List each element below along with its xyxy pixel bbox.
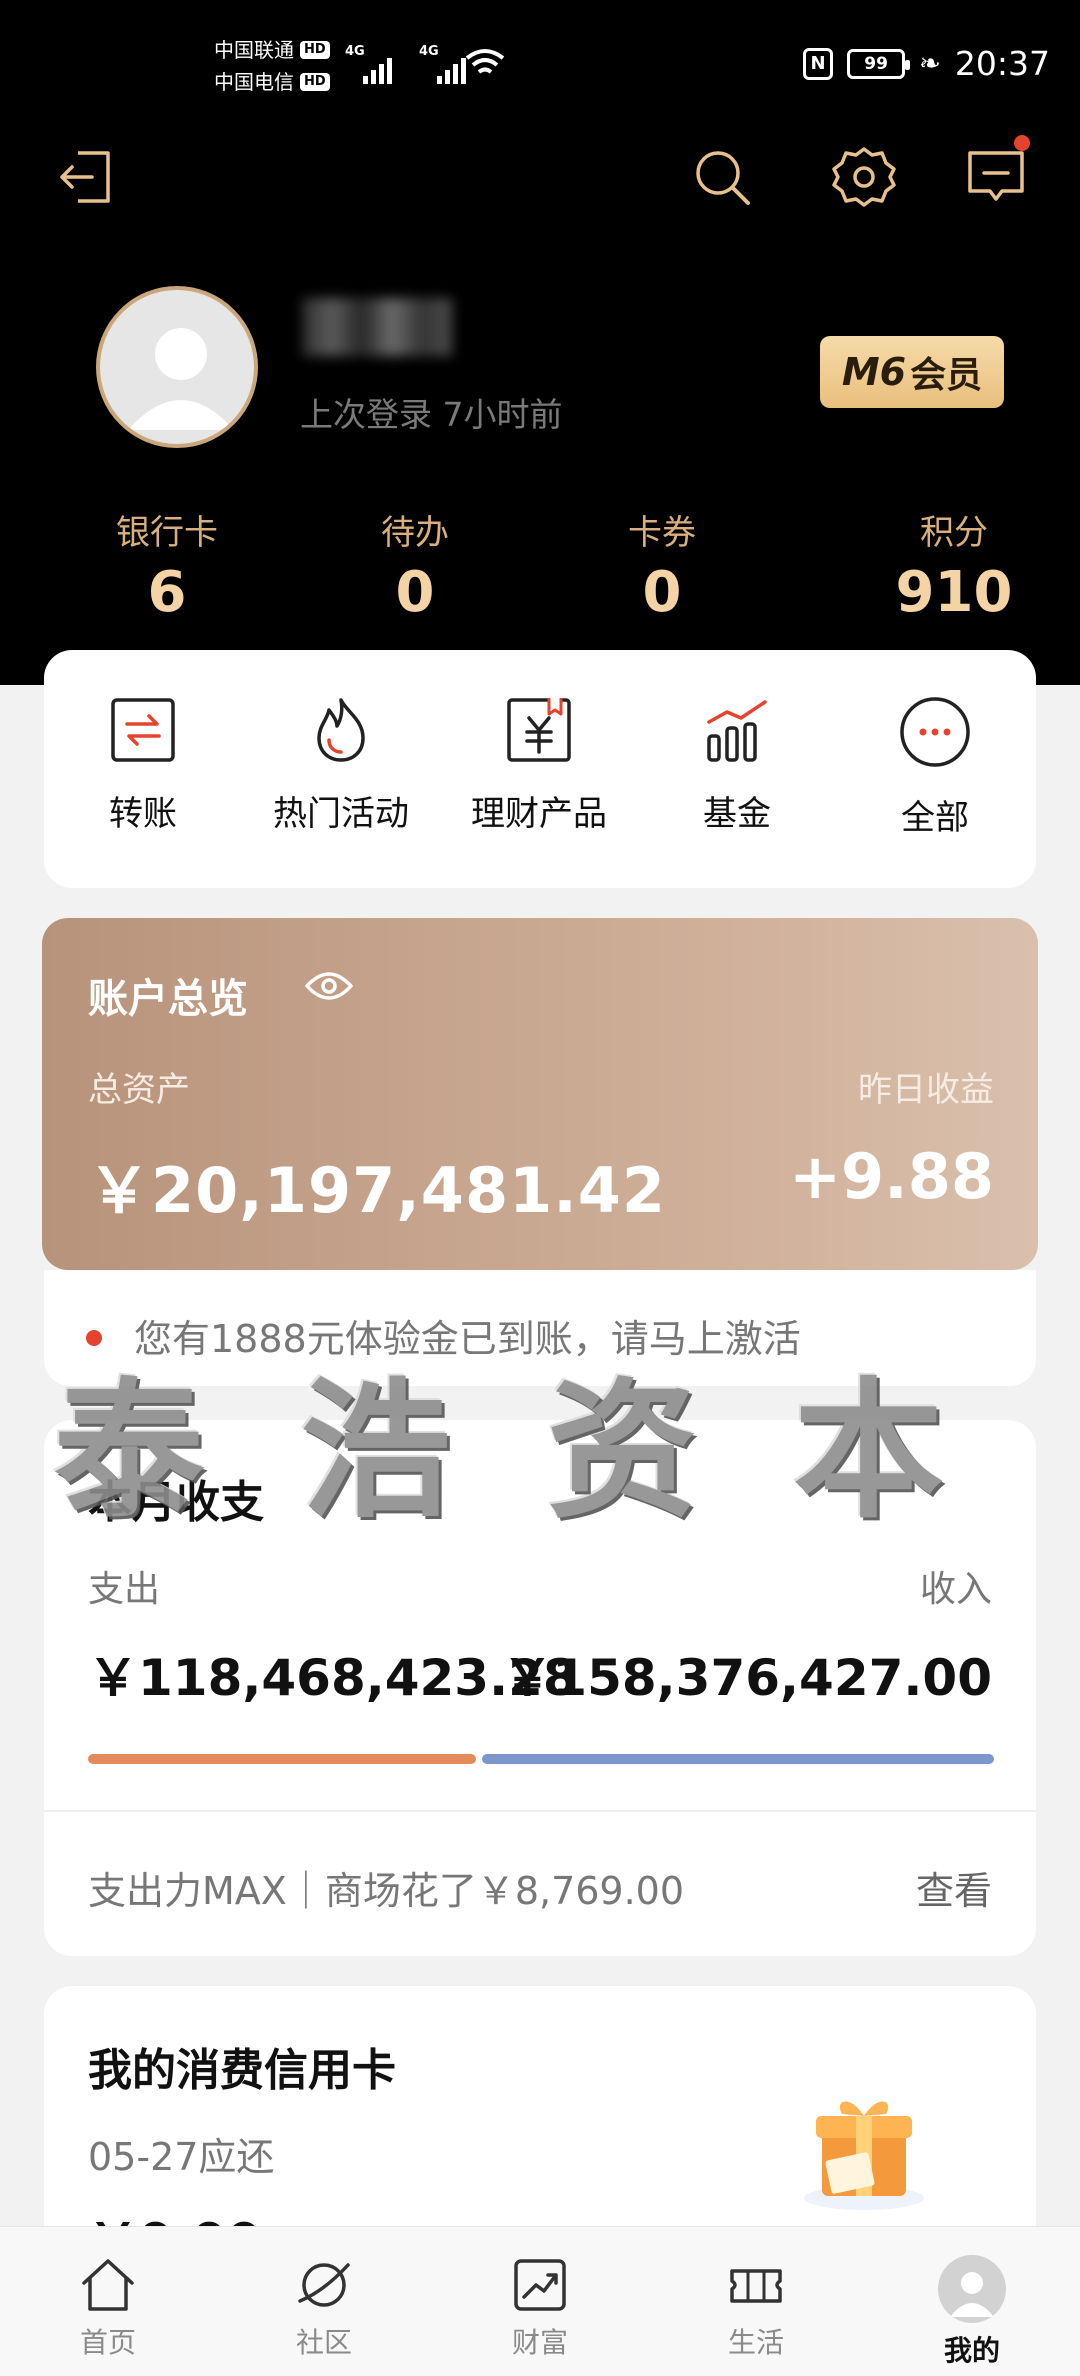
credit-title: 我的消费信用卡 (88, 2045, 396, 2096)
total-assets-label: 总资产 (88, 1070, 190, 1110)
hd-badge: HD (300, 41, 330, 59)
transfer-icon (111, 698, 175, 762)
watermark-char: 资 (547, 1363, 698, 1539)
tab-mine[interactable]: 我的 (864, 2227, 1080, 2376)
search-icon[interactable] (690, 145, 754, 209)
watermark: 泰 浩 资 本 (40, 1330, 1040, 1547)
total-assets-value: ￥20,197,481.42 (88, 1154, 667, 1227)
fund-chart-icon (707, 700, 767, 762)
planet-icon (298, 2263, 350, 2307)
signal-icon: 4G (345, 44, 401, 84)
stat-bank-cards[interactable]: 银行卡 6 (0, 505, 334, 625)
credit-due-date: 05-27应还 (88, 2135, 275, 2179)
gear-icon[interactable] (832, 145, 896, 209)
clock: 20:37 (954, 44, 1050, 83)
stat-value: 910 (895, 560, 1013, 625)
stat-coupons[interactable]: 卡券 0 (496, 505, 828, 625)
overview-title: 账户总览 (88, 976, 248, 1022)
status-bar: 中国联通 HD 中国电信 HD 4G 4G N 99 ❧ 20:37 (0, 0, 1080, 130)
view-link[interactable]: 查看 (916, 1860, 992, 1915)
battery-icon: 99 (847, 48, 911, 79)
account-overview-card[interactable]: 账户总览 总资产 昨日收益 ￥20,197,481.42 +9.88 (42, 918, 1038, 1270)
quick-hot-events[interactable]: 热门活动 (242, 650, 440, 888)
quick-all[interactable]: 全部 (836, 650, 1034, 888)
tab-label: 社区 (295, 2326, 352, 2359)
stat-value: 0 (395, 560, 435, 625)
ticket-icon (730, 2269, 782, 2303)
hd-badge: HD (300, 73, 330, 91)
carrier-2: 中国电信 (214, 70, 294, 94)
quick-actions: 转账 热门活动 理财产品 基金 全部 (44, 650, 1036, 888)
tab-label: 首页 (79, 2326, 136, 2359)
profile-header: 中国联通 HD 中国电信 HD 4G 4G N 99 ❧ 20:37 上次登录 … (0, 0, 1080, 685)
tab-label: 财富 (511, 2326, 568, 2359)
tab-label: 生活 (727, 2326, 784, 2359)
stat-value: 6 (147, 560, 187, 625)
expense-bar (88, 1754, 476, 1764)
unread-dot (1014, 135, 1030, 151)
network-type: 4G (419, 44, 439, 59)
quick-transfer[interactable]: 转账 (44, 650, 242, 888)
yesterday-earnings-value: +9.88 (789, 1140, 994, 1213)
stat-todo[interactable]: 待办 0 (334, 505, 496, 625)
tab-label: 我的 (943, 2334, 1000, 2367)
quick-label: 基金 (703, 794, 771, 834)
user-silhouette-icon (128, 328, 234, 430)
stats-row: 银行卡 6 待办 0 卡券 0 积分 910 (0, 505, 1080, 625)
quick-label: 热门活动 (273, 794, 409, 834)
quick-label: 理财产品 (471, 794, 607, 834)
stat-label: 银行卡 (116, 513, 218, 553)
member-badge[interactable]: M6 会员 (820, 336, 1004, 408)
trend-chart-icon (514, 2259, 566, 2311)
avatar[interactable] (96, 286, 258, 448)
quick-label: 全部 (901, 798, 969, 838)
divider (44, 1810, 1036, 1812)
more-icon (900, 697, 970, 767)
quick-funds[interactable]: 基金 (638, 650, 836, 888)
user-avatar-icon (938, 2255, 1006, 2323)
message-button[interactable] (964, 135, 1030, 209)
stat-label: 积分 (920, 513, 988, 553)
income-label: 收入 (919, 1569, 992, 1610)
carrier-1: 中国联通 (214, 38, 294, 62)
message-icon (968, 151, 1024, 201)
stat-points[interactable]: 积分 910 (828, 505, 1080, 625)
watermark-char: 浩 (300, 1363, 451, 1539)
yesterday-earnings-label: 昨日收益 (858, 1070, 994, 1110)
last-login: 上次登录 7小时前 (300, 395, 563, 434)
stat-value: 0 (642, 560, 682, 625)
member-label: 会员 (910, 355, 983, 396)
tab-life[interactable]: 生活 (648, 2227, 864, 2376)
tab-wealth[interactable]: 财富 (432, 2227, 648, 2376)
spending-max-text: 支出力MAX｜商场花了￥8,769.00 (88, 1869, 685, 1913)
tab-home[interactable]: 首页 (0, 2227, 216, 2376)
income-bar (481, 1754, 994, 1764)
carrier-info: 中国联通 HD 中国电信 HD (214, 34, 330, 98)
leaf-icon: ❧ (919, 48, 941, 79)
eye-icon[interactable] (304, 968, 354, 1004)
nfc-icon: N (803, 47, 834, 80)
expense-label: 支出 (88, 1569, 161, 1610)
watermark-char: 泰 (54, 1363, 205, 1539)
bottom-tab-bar: 首页 社区 财富 生活 我的 (0, 2226, 1080, 2376)
wealth-product-icon (507, 698, 571, 762)
wifi-icon (465, 49, 505, 74)
tab-community[interactable]: 社区 (216, 2227, 432, 2376)
quick-label: 转账 (109, 794, 177, 834)
username-redacted (302, 298, 452, 356)
network-type: 4G (345, 44, 365, 59)
gift-box-icon (804, 2101, 924, 2210)
stat-label: 卡券 (628, 513, 696, 553)
stat-label: 待办 (381, 513, 449, 553)
flame-icon (317, 698, 365, 762)
watermark-char: 本 (793, 1363, 944, 1539)
income-value: ￥158,376,427.00 (502, 1649, 992, 1707)
home-icon (82, 2259, 134, 2311)
quick-wealth-products[interactable]: 理财产品 (440, 650, 638, 888)
signal-indicators: 4G 4G (345, 44, 475, 84)
logout-icon[interactable] (54, 145, 118, 209)
member-level: M6 (841, 350, 907, 394)
expense-income-ratio-bar (88, 1754, 994, 1764)
